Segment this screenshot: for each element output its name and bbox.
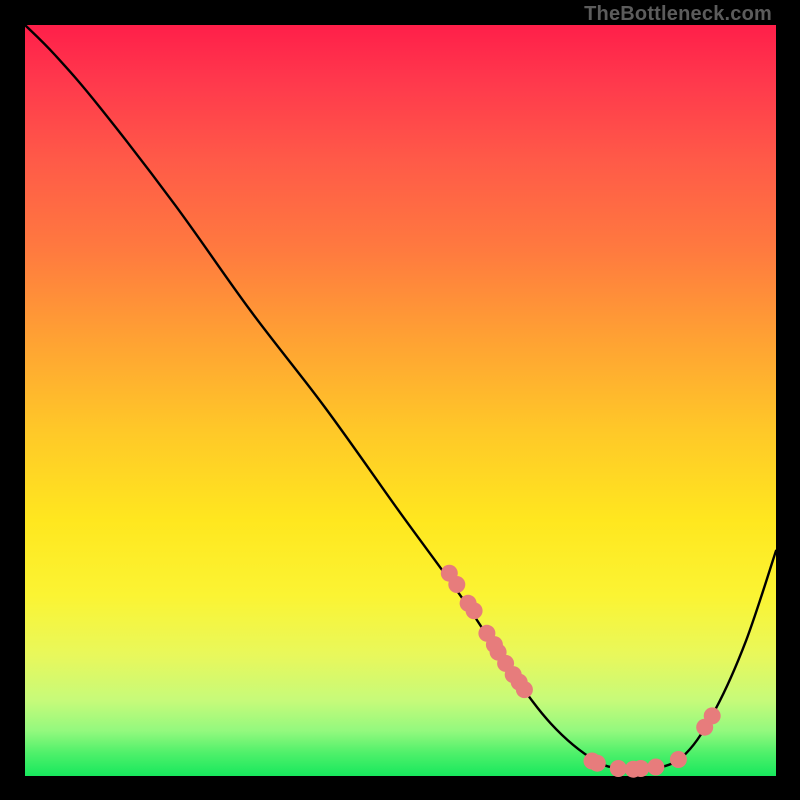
curve-marker xyxy=(589,755,606,772)
plot-area xyxy=(25,25,776,776)
chart-stage: TheBottleneck.com xyxy=(0,0,800,800)
bottleneck-curve xyxy=(25,25,776,770)
curve-marker xyxy=(466,602,483,619)
curve-marker xyxy=(647,759,664,776)
curve-marker xyxy=(632,760,649,777)
curve-marker xyxy=(516,681,533,698)
marker-group xyxy=(441,565,721,778)
curve-marker xyxy=(704,707,721,724)
curve-marker xyxy=(670,751,687,768)
curve-marker xyxy=(448,576,465,593)
curve-marker xyxy=(610,760,627,777)
watermark-text: TheBottleneck.com xyxy=(584,3,772,26)
curve-layer xyxy=(25,25,776,776)
